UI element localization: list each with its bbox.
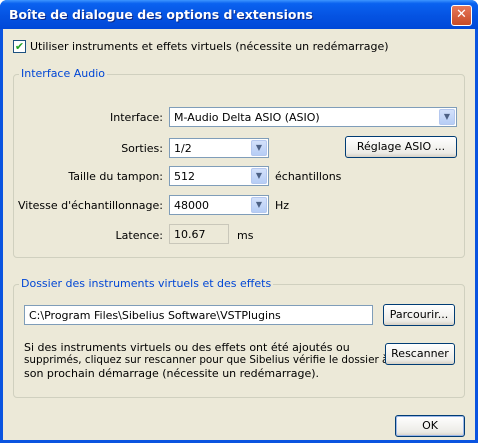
audio-group-title: Interface Audio [19,67,108,80]
rescan-button[interactable]: Rescanner [385,343,455,365]
interface-value: M-Audio Delta ASIO (ASIO) [174,111,320,124]
latency-value: 10.67 [174,228,206,241]
buffer-unit: échantillons [275,170,342,183]
buffer-select[interactable]: 512 ▼ [169,166,269,186]
interface-label: Interface: [110,111,163,124]
outputs-value: 1/2 [174,142,192,155]
browse-button[interactable]: Parcourir... [383,304,455,326]
outputs-label: Sorties: [121,142,163,155]
latency-label: Latence: [115,229,163,242]
outputs-select[interactable]: 1/2 ▼ [169,138,269,158]
use-virtual-checkbox[interactable]: ✔ [13,40,26,53]
chevron-down-icon[interactable]: ▼ [251,197,267,213]
chevron-down-icon[interactable]: ▼ [439,109,455,125]
window-title: Boîte de dialogue des options d'extensio… [9,7,313,22]
plugins-group-title: Dossier des instruments virtuels et des … [19,277,274,290]
info-text-line-3: son prochain démarrage (nécessite un red… [24,367,320,380]
close-icon: ✕ [456,7,467,22]
chevron-down-icon[interactable]: ▼ [251,140,267,156]
buffer-label: Taille du tampon: [68,170,163,183]
chevron-down-icon[interactable]: ▼ [251,168,267,184]
plugins-path-input[interactable]: C:\Program Files\Sibelius Software\VSTPl… [24,305,373,325]
sample-rate-label: Vitesse d'échantillonnage: [17,199,163,212]
sample-rate-select[interactable]: 48000 ▼ [169,195,269,215]
sample-rate-unit: Hz [275,199,290,212]
plugins-path-value: C:\Program Files\Sibelius Software\VSTPl… [29,309,281,322]
sample-rate-value: 48000 [174,199,209,212]
buffer-value: 512 [174,170,195,183]
latency-field: 10.67 [169,224,229,244]
dialog-body: ✔ Utiliser instruments et effets virtuel… [3,29,475,440]
info-text-line-2: supprimés, cliquez sur rescanner pour qu… [24,354,389,366]
title-bar[interactable]: Boîte de dialogue des options d'extensio… [0,0,478,29]
ok-button[interactable]: OK [395,415,465,437]
checkmark-icon: ✔ [14,40,25,53]
dialog-window: Boîte de dialogue des options d'extensio… [0,0,478,443]
latency-unit: ms [237,229,254,242]
info-text-line-1: Si des instruments virtuels ou des effet… [24,341,350,354]
close-button[interactable]: ✕ [451,5,472,26]
asio-settings-button[interactable]: Réglage ASIO ... [345,136,457,158]
use-virtual-label[interactable]: Utiliser instruments et effets virtuels … [30,40,389,53]
interface-select[interactable]: M-Audio Delta ASIO (ASIO) ▼ [169,107,457,127]
